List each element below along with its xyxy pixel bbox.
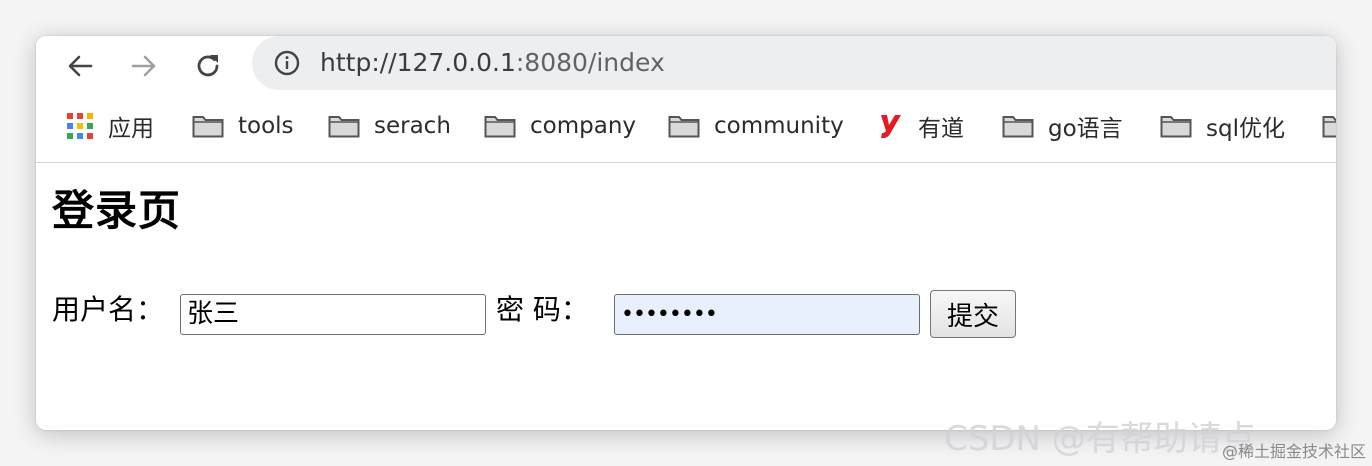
folder-icon	[1322, 116, 1336, 138]
browser-window: http://127.0.0.1:8080/index 应用 tools ser…	[36, 36, 1336, 430]
username-label: 用户名：	[52, 293, 165, 326]
folder-icon	[484, 116, 516, 138]
bookmark-label: tools	[238, 113, 294, 139]
browser-toolbar: http://127.0.0.1:8080/index 应用 tools ser…	[36, 36, 1336, 163]
folder-icon	[328, 116, 360, 138]
watermark-csdn: CSDN @有帮助请点	[944, 419, 1256, 459]
bookmark-label: company	[530, 113, 637, 139]
url-path: :8080/index	[515, 48, 665, 77]
folder-icon	[668, 116, 700, 138]
arrow-right-icon	[131, 55, 156, 77]
password-input[interactable]: ••••••••	[614, 294, 920, 335]
watermark-juejin: @稀土掘金技术社区	[1221, 442, 1366, 461]
back-button[interactable]	[60, 46, 100, 86]
bookmark-go[interactable]: go语言	[1002, 108, 1123, 144]
forward-button[interactable]	[124, 46, 164, 86]
youdao-logo-icon	[881, 115, 901, 139]
bookmark-label: go语言	[1048, 116, 1123, 142]
submit-button[interactable]: 提交	[930, 290, 1016, 338]
bookmark-sql[interactable]: sql优化	[1160, 108, 1285, 144]
page-title: 登录页	[52, 186, 182, 235]
bookmark-label: community	[714, 113, 844, 139]
bookmark-company[interactable]: company	[484, 108, 636, 144]
info-icon[interactable]	[274, 50, 300, 76]
reload-icon	[197, 55, 219, 77]
bookmark-serach[interactable]: serach	[328, 108, 451, 144]
reload-button[interactable]	[188, 46, 228, 86]
bookmark-community[interactable]: community	[668, 108, 844, 144]
address-bar[interactable]: http://127.0.0.1:8080/index	[252, 36, 1336, 90]
arrow-left-icon	[68, 55, 93, 77]
bookmark-apps[interactable]: 应用	[66, 108, 154, 144]
password-label: 密 码：	[496, 293, 589, 326]
bookmark-label: sql优化	[1206, 116, 1285, 142]
bookmark-label: 有道	[918, 116, 964, 142]
page-content: 登录页 用户名： 张三 密 码： •••••••• 提交	[52, 183, 1016, 338]
folder-icon	[1002, 116, 1034, 138]
username-input[interactable]: 张三	[180, 294, 486, 335]
url-text[interactable]: http://127.0.0.1:8080/index	[320, 48, 665, 77]
bookmark-overflow[interactable]	[1322, 108, 1336, 144]
bookmark-label: 应用	[108, 116, 154, 142]
folder-icon	[192, 116, 224, 138]
login-form: 用户名： 张三 密 码： •••••••• 提交	[52, 287, 1052, 338]
folder-icon	[1160, 116, 1192, 138]
bookmark-label: serach	[374, 113, 451, 139]
bookmark-tools[interactable]: tools	[192, 108, 294, 144]
url-host: http://127.0.0.1	[320, 48, 516, 77]
bookmark-youdao[interactable]: 有道	[878, 108, 964, 144]
apps-grid-icon	[67, 113, 93, 139]
bookmarks-bar: 应用 tools serach company community 有道 go语…	[36, 108, 1336, 144]
